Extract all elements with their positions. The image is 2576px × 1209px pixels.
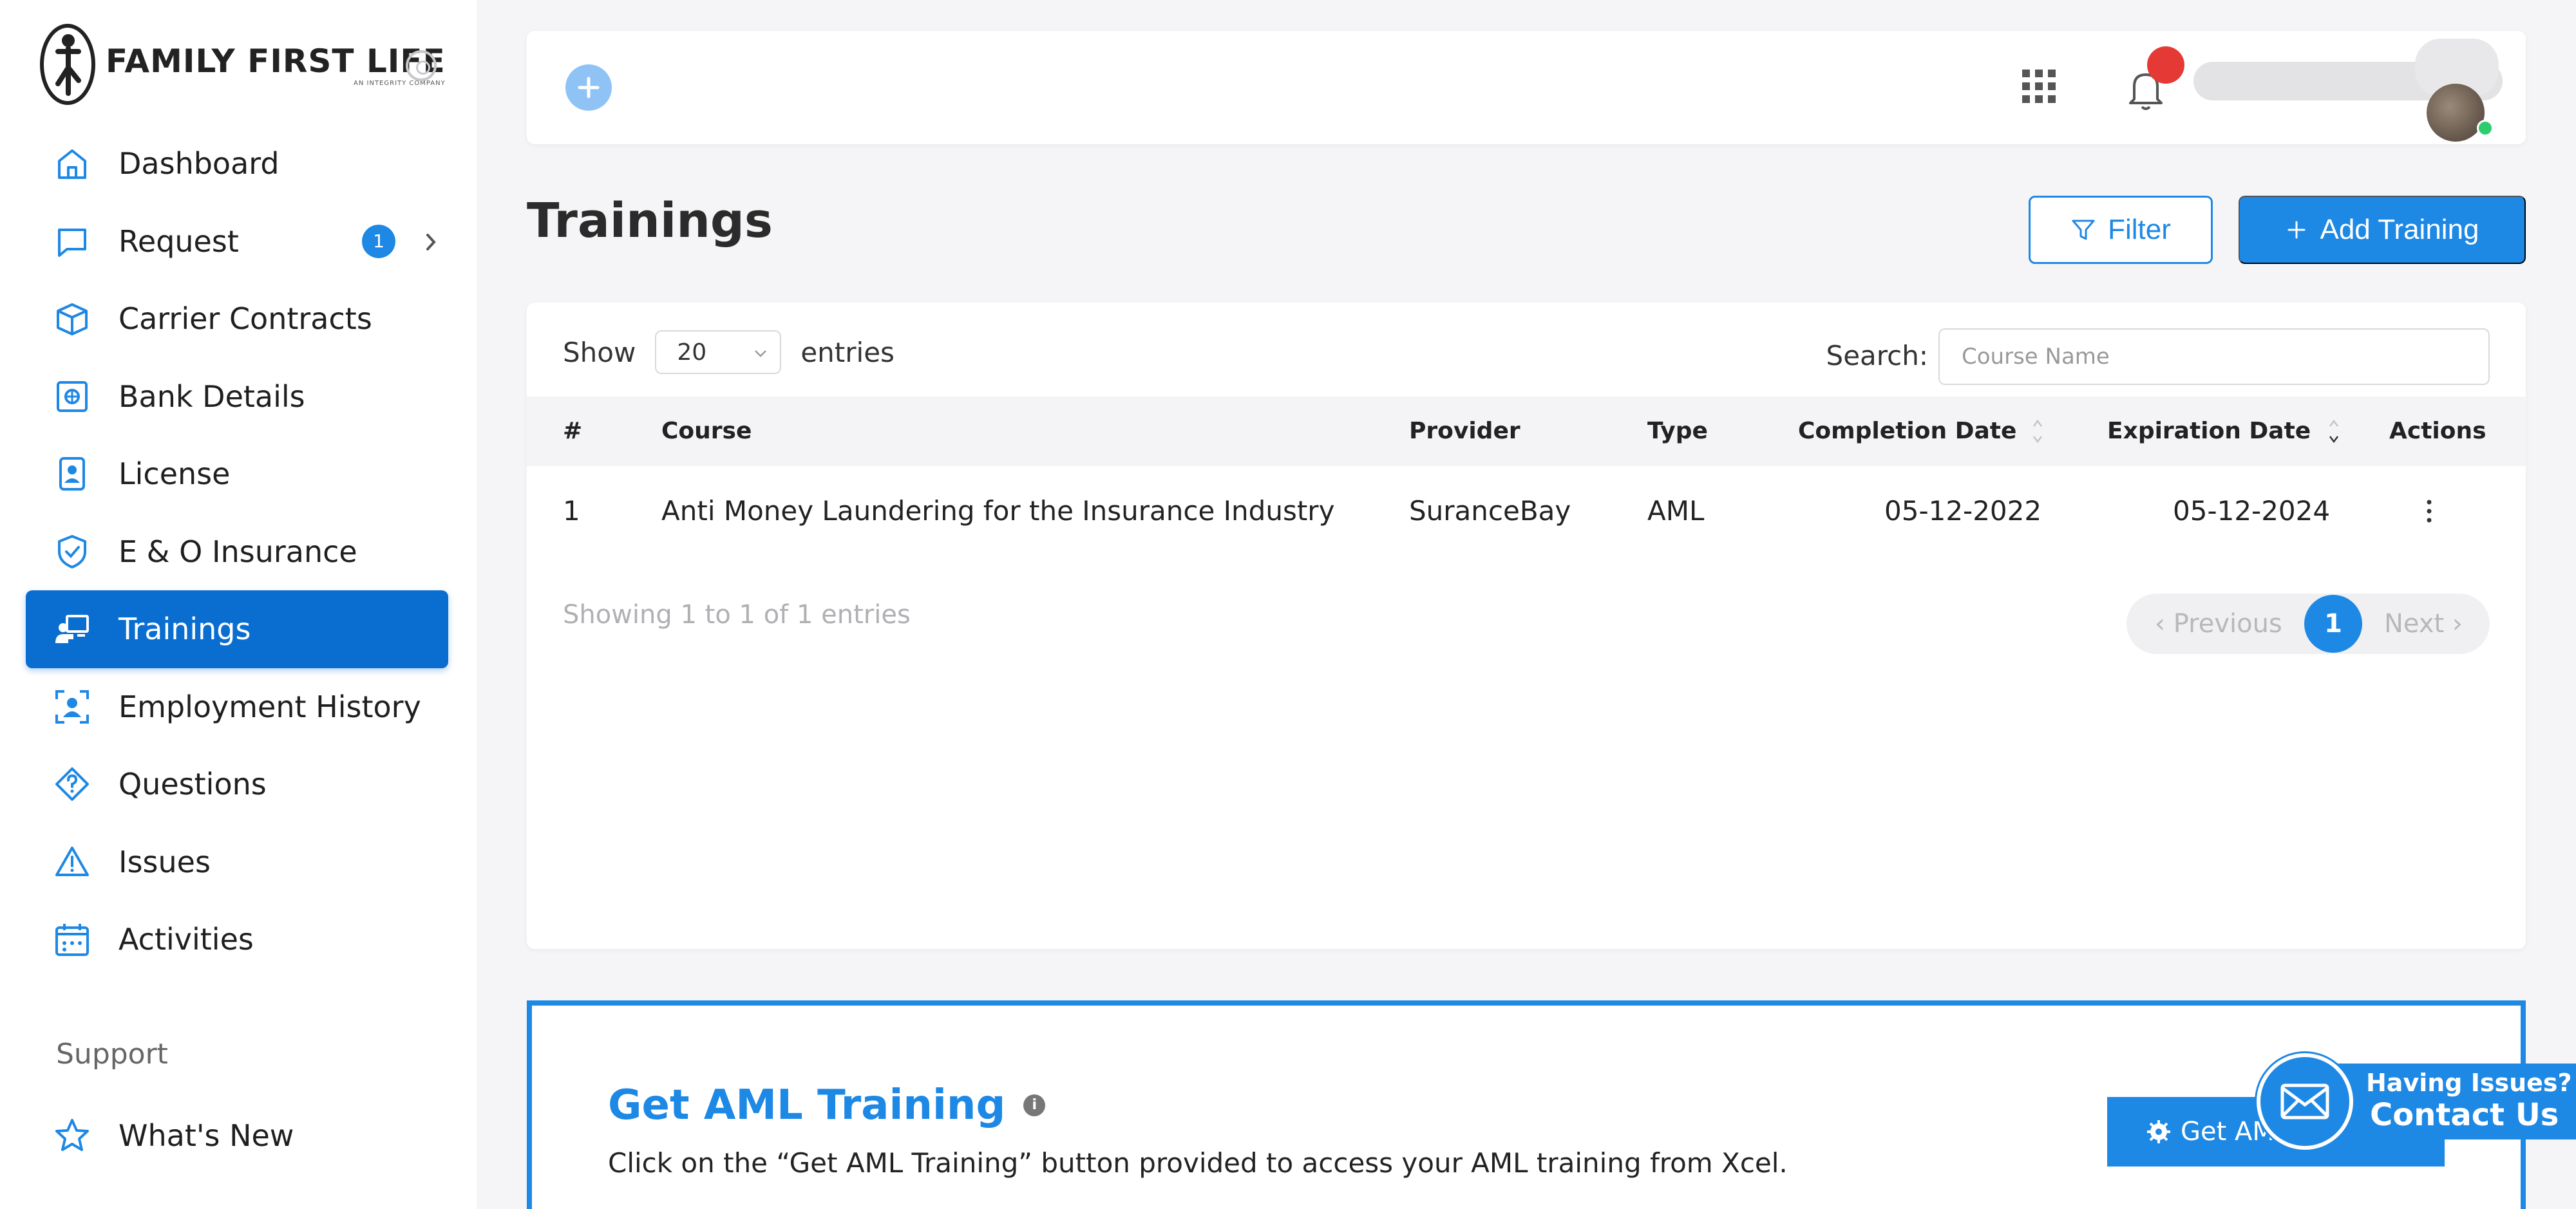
aml-training-panel: Get AML Training i Click on the “Get AML… [527,1000,2526,1209]
question-icon [55,767,89,801]
sidebar-item-carrier-contracts[interactable]: Carrier Contracts [26,280,448,358]
training-icon [55,615,89,644]
sidebar-item-label: Questions [118,767,267,802]
filter-icon [2072,220,2095,240]
online-status-dot [2477,120,2494,136]
column-header-expiration-date[interactable]: Expiration Date [2107,397,2311,466]
sidebar-item-request[interactable]: Request 1 [26,203,448,281]
notification-dot [2147,46,2184,84]
quick-add-button[interactable] [565,64,612,111]
aml-description: Click on the “Get AML Training” button p… [608,1147,1788,1179]
sidebar-item-employment-history[interactable]: Employment History [26,668,448,746]
info-icon[interactable]: i [1023,1094,1046,1116]
star-icon [55,1119,89,1152]
column-header-completion-date[interactable]: Completion Date [1798,397,2016,466]
column-header-number: # [563,418,583,444]
contact-line1: Having Issues? [2366,1069,2572,1097]
previous-page-button[interactable]: ‹ Previous [2155,594,2282,654]
brand-tagline: AN INTEGRITY COMPANY [354,79,446,87]
chevron-down-icon [755,350,767,357]
plus-icon [578,77,600,98]
brand-logo[interactable]: FAMILY FIRST LIFE AN INTEGRITY COMPANY [39,19,446,109]
sidebar-item-label: Dashboard [118,146,279,182]
sidebar-nav: Dashboard Request 1 Carrier Contracts Ba… [26,125,448,979]
cell-course: Anti Money Laundering for the Insurance … [661,495,1335,527]
next-page-button[interactable]: Next › [2384,594,2463,654]
sidebar-item-activities[interactable]: Activities [26,901,448,979]
chevron-right-icon[interactable] [415,226,447,258]
sidebar-item-label: Issues [118,844,211,879]
sidebar-item-label: Carrier Contracts [118,301,372,337]
entries-select[interactable]: 20 [655,330,782,374]
sidebar-item-whats-new[interactable]: What's New [26,1097,448,1175]
sidebar-item-dashboard[interactable]: Dashboard [26,125,448,203]
sort-icon[interactable] [2030,415,2045,448]
sidebar-item-label: Activities [118,922,254,957]
support-section-label: Support [56,1038,168,1071]
sidebar-item-questions[interactable]: Questions [26,745,448,823]
sidebar-collapse-button[interactable] [406,50,437,81]
sidebar-item-label: Employment History [118,689,421,724]
column-header-course[interactable]: Course [661,397,752,466]
cell-number: 1 [563,495,580,527]
filter-button[interactable]: Filter [2029,196,2213,264]
more-vertical-icon[interactable] [2425,498,2433,524]
avatar[interactable] [2415,39,2499,142]
contact-us-widget[interactable]: Having Issues? Contact Us [2257,1053,2576,1150]
aml-title: Get AML Training i [608,1082,1046,1129]
search-label: Search: [1826,340,1928,371]
request-count-badge: 1 [362,224,395,258]
table-info: Showing 1 to 1 of 1 entries [563,600,911,630]
shield-check-icon [58,534,86,568]
column-header-actions: Actions [2389,418,2486,444]
gear-icon [2147,1120,2170,1143]
sidebar-item-trainings[interactable]: Trainings [26,590,448,668]
trainings-table-card: Show 20 entries Search: Course Name # Co… [527,303,2526,949]
sidebar-item-label: License [118,456,231,492]
sidebar: FAMILY FIRST LIFE AN INTEGRITY COMPANY D… [0,0,477,1209]
top-bar [527,31,2526,144]
user-frame-icon [55,689,89,724]
mail-icon [2257,1053,2353,1150]
add-training-button[interactable]: Add Training [2239,196,2526,264]
sidebar-item-label: What's New [118,1118,294,1154]
plus-icon [2287,221,2306,239]
table-header: # Course Provider Type Completion Date E… [527,397,2526,466]
page-title: Trainings [527,193,773,248]
home-icon [58,149,86,180]
sidebar-item-license[interactable]: License [26,435,448,513]
brand-name: FAMILY FIRST LIFE [106,42,446,80]
sidebar-item-eo-insurance[interactable]: E & O Insurance [26,513,448,591]
entries-length-control: Show 20 entries [563,328,895,376]
id-badge-icon [59,457,85,491]
column-header-provider[interactable]: Provider [1409,397,1520,466]
sidebar-item-label: E & O Insurance [118,534,357,569]
pagination: ‹ Previous 1 Next › [2126,594,2490,654]
sidebar-item-label: Bank Details [118,379,305,414]
chat-icon [58,228,86,257]
cell-type: AML [1647,495,1705,527]
contact-line2: Contact Us [2370,1097,2559,1133]
sidebar-item-bank-details[interactable]: Bank Details [26,358,448,436]
cell-completion-date: 05-12-2022 [1884,495,2042,527]
page-1-button[interactable]: 1 [2304,595,2362,653]
column-header-type[interactable]: Type [1647,397,1708,466]
cell-expiration-date: 05-12-2024 [2173,495,2331,527]
sidebar-item-label: Request [118,223,239,259]
cell-provider: SuranceBay [1409,495,1571,527]
safe-icon [57,380,88,412]
logo-mark-icon [39,23,97,106]
search-input[interactable]: Course Name [1938,328,2490,385]
apps-grid-icon[interactable] [2020,67,2058,106]
sidebar-item-label: Trainings [118,612,251,647]
support-nav: What's New [26,1097,448,1175]
sidebar-item-issues[interactable]: Issues [26,823,448,901]
warning-icon [55,846,89,876]
calendar-icon [55,924,89,957]
box-icon [57,303,88,336]
table-row[interactable]: 1 Anti Money Laundering for the Insuranc… [527,466,2526,556]
sort-desc-icon[interactable] [2326,415,2342,448]
